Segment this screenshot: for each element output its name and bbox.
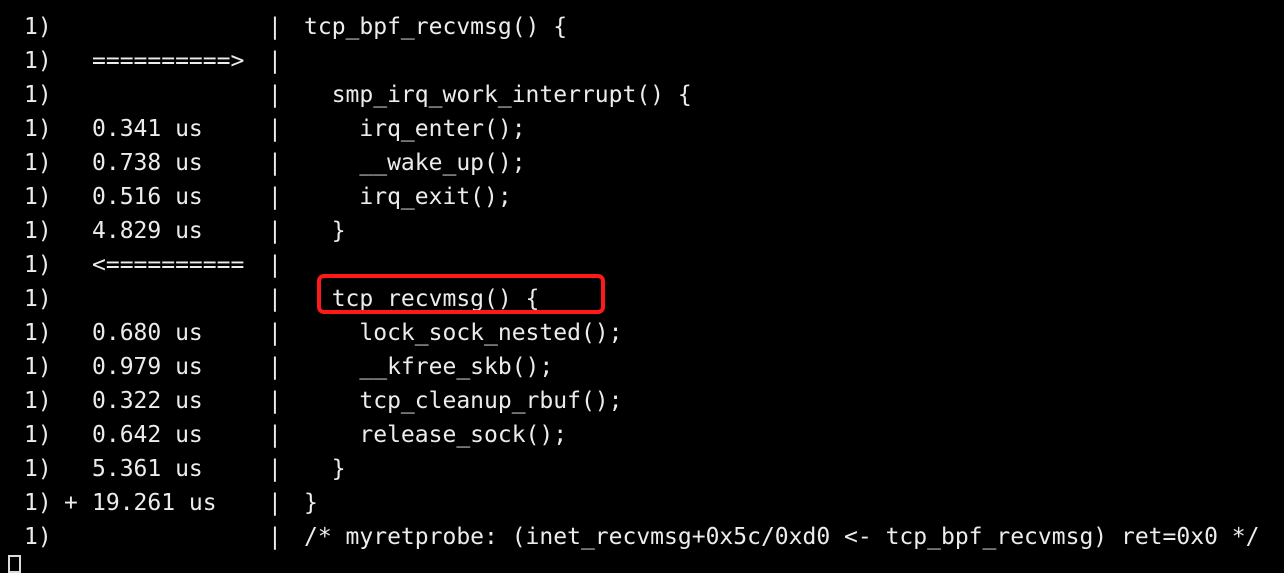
separator-bar: | <box>268 320 282 346</box>
function-call: __wake_up(); <box>304 150 526 176</box>
cpu-label: 1) <box>24 14 52 40</box>
cpu-label: 1) <box>24 252 52 278</box>
separator-bar: | <box>268 524 282 550</box>
function-call: } <box>304 218 346 244</box>
trace-line: 1) 5.361 us | } <box>24 452 346 486</box>
terminal-cursor <box>8 555 21 573</box>
trace-line: 1) 0.979 us | __kfree_skb(); <box>24 350 553 384</box>
cpu-label: 1) <box>24 456 52 482</box>
cpu-label: 1) <box>24 320 52 346</box>
separator-bar: | <box>268 82 282 108</box>
trace-line: 1) 0.322 us | tcp_cleanup_rbuf(); <box>24 384 623 418</box>
function-call: release_sock(); <box>304 422 568 448</box>
separator-bar: | <box>268 354 282 380</box>
trace-line: 1) | smp_irq_work_interrupt() { <box>24 78 692 112</box>
trace-line: 1) +19.261 us |} <box>24 486 318 520</box>
duration-value: 0.680 us <box>92 320 203 346</box>
function-call: __kfree_skb(); <box>304 354 554 380</box>
trace-line: 1) 0.341 us | irq_enter(); <box>24 112 526 146</box>
function-call: lock_sock_nested(); <box>304 320 623 346</box>
cpu-label: 1) <box>24 286 52 312</box>
separator-bar: | <box>268 422 282 448</box>
cpu-label: 1) <box>24 218 52 244</box>
trace-line: 1) | tcp_bpf_recvmsg() { <box>24 10 567 44</box>
separator-bar: | <box>268 116 282 142</box>
duration-value: <========== <box>92 252 245 278</box>
highlight-annotation-box <box>317 274 605 314</box>
function-call: tcp_cleanup_rbuf(); <box>304 388 623 414</box>
function-call: /* myretprobe: (inet_recvmsg+0x5c/0xd0 <… <box>304 524 1260 550</box>
separator-bar: | <box>268 252 282 278</box>
duration-value: 0.516 us <box>92 184 203 210</box>
separator-bar: | <box>268 388 282 414</box>
cpu-label: 1) <box>24 116 52 142</box>
trace-line: 1) 0.738 us | __wake_up(); <box>24 146 526 180</box>
separator-bar: | <box>268 48 282 74</box>
duration-value: 0.979 us <box>92 354 203 380</box>
duration-value: 0.322 us <box>92 388 203 414</box>
cpu-label: 1) <box>24 48 52 74</box>
duration-value: 0.642 us <box>92 422 203 448</box>
duration-value: 0.738 us <box>92 150 203 176</box>
cpu-label: 1) <box>24 388 52 414</box>
trace-line: 1) 4.829 us | } <box>24 214 346 248</box>
function-call: smp_irq_work_interrupt() { <box>304 82 692 108</box>
separator-bar: | <box>268 184 282 210</box>
function-call: irq_enter(); <box>304 116 526 142</box>
cpu-label: 1) <box>24 82 52 108</box>
function-call: } <box>304 490 318 516</box>
separator-bar: | <box>268 150 282 176</box>
trace-line: 1) 0.680 us | lock_sock_nested(); <box>24 316 623 350</box>
separator-bar: | <box>268 286 282 312</box>
trace-line: 1) ==========> | <box>24 44 304 78</box>
cpu-label: 1) <box>24 184 52 210</box>
function-call: } <box>304 456 346 482</box>
duration-value: 5.361 us <box>92 456 203 482</box>
separator-bar: | <box>268 218 282 244</box>
cpu-label: 1) <box>24 150 52 176</box>
separator-bar: | <box>268 490 282 516</box>
function-call: irq_exit(); <box>304 184 512 210</box>
trace-line: 1) 0.516 us | irq_exit(); <box>24 180 512 214</box>
trace-line: 1) 0.642 us | release_sock(); <box>24 418 567 452</box>
separator-bar: | <box>268 14 282 40</box>
duration-value: ==========> <box>92 48 245 74</box>
duration-flag: + <box>64 490 78 516</box>
duration-value: 0.341 us <box>92 116 203 142</box>
cpu-label: 1) <box>24 422 52 448</box>
cpu-label: 1) <box>24 354 52 380</box>
trace-line: 1) <========== | <box>24 248 304 282</box>
duration-value: 4.829 us <box>92 218 203 244</box>
function-call: tcp_bpf_recvmsg() { <box>304 14 568 40</box>
cpu-label: 1) <box>24 490 52 516</box>
terminal-window[interactable]: 1) | tcp_bpf_recvmsg() {1) ==========> | 1) | … <box>0 0 1284 573</box>
trace-line: 1) | /* myretprobe: (inet_recvmsg+0x5c/0xd… <box>24 520 1259 554</box>
cpu-label: 1) <box>24 524 52 550</box>
duration-value: 19.261 us <box>92 490 217 516</box>
separator-bar: | <box>268 456 282 482</box>
